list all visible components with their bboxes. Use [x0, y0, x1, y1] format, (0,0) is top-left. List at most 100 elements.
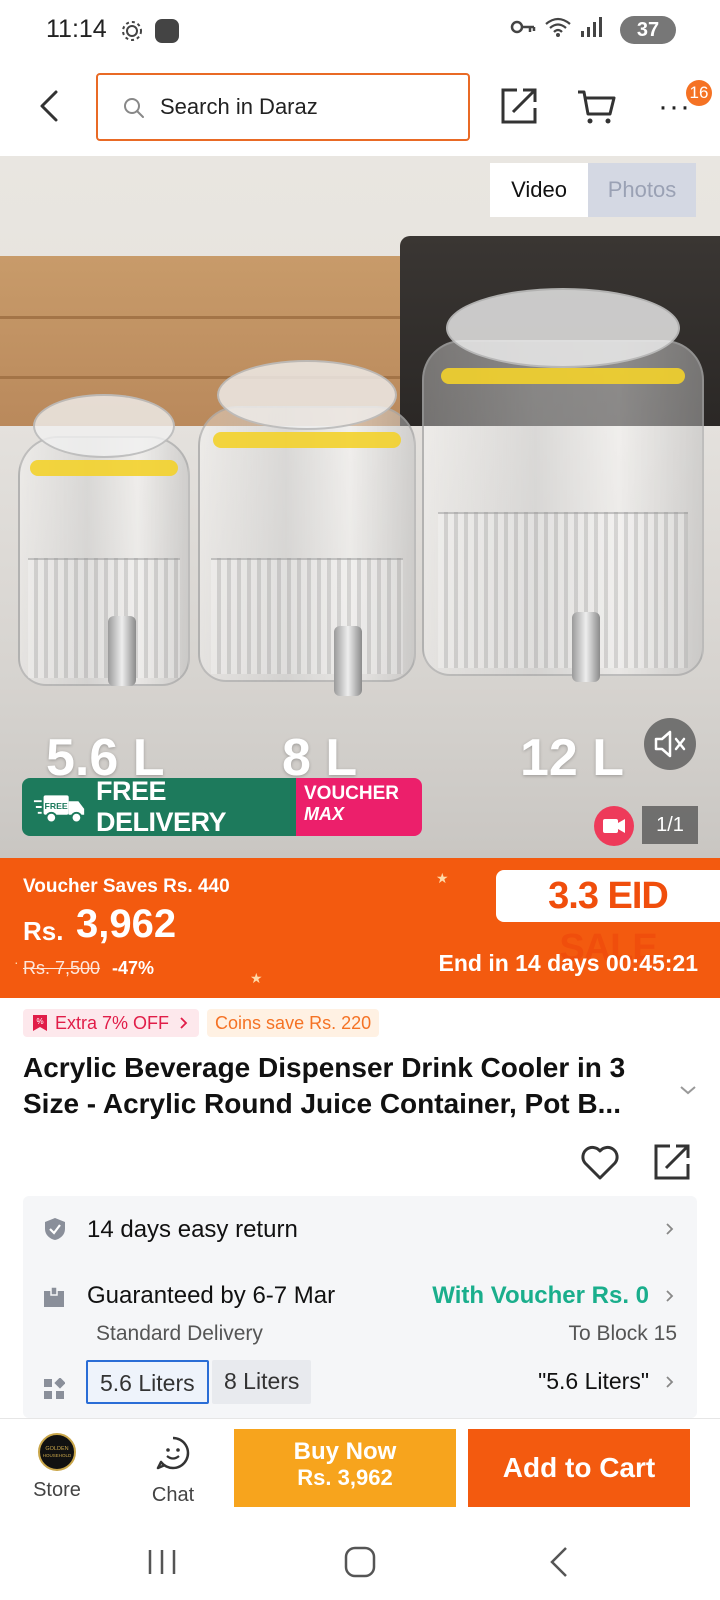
- cart-button[interactable]: [574, 84, 618, 128]
- tab-photos[interactable]: Photos: [588, 163, 696, 217]
- buy-now-button[interactable]: Buy Now Rs. 3,962: [234, 1429, 456, 1507]
- delivery-destination: To Block 15: [568, 1322, 677, 1345]
- share-icon: [654, 1144, 690, 1180]
- jar-medium: [198, 360, 416, 682]
- voucher-saves-text: Voucher Saves Rs. 440: [23, 876, 230, 897]
- chat-icon: [156, 1436, 190, 1470]
- extra-off-label: Extra 7% OFF: [55, 1012, 170, 1033]
- selected-variant-value: "5.6 Liters": [538, 1368, 649, 1394]
- free-delivery-banner: FREE FREE DELIVERY VOUCHER MAX: [22, 778, 422, 836]
- original-price: Rs. 7,500: [23, 958, 101, 978]
- video-camera-icon: [603, 819, 625, 833]
- variant-chip-5-6-liters[interactable]: 5.6 Liters: [86, 1360, 209, 1404]
- tap-large: [572, 612, 600, 682]
- expand-title-button[interactable]: [676, 1078, 700, 1102]
- svg-text:GOLDEN: GOLDEN: [45, 1446, 68, 1452]
- svg-text:%: %: [36, 1017, 43, 1026]
- voucher-max-line1: VOUCHER: [304, 783, 400, 804]
- media-page-counter: 1/1: [642, 806, 698, 844]
- sparkle-icon: ★: [250, 970, 263, 986]
- voucher-max-line2: MAX: [304, 804, 344, 824]
- settings-icon: [122, 21, 142, 41]
- price-banner: Voucher Saves Rs. 440 Rs. 3,962 Rs. 7,50…: [0, 858, 720, 998]
- search-placeholder: Search in Daraz: [160, 94, 318, 119]
- delivery-truck-icon: FREE: [33, 795, 85, 824]
- svg-text:HOUSEHOLD: HOUSEHOLD: [43, 1453, 72, 1458]
- extra-off-chip[interactable]: % Extra 7% OFF: [23, 1009, 200, 1037]
- video-button[interactable]: [594, 806, 634, 846]
- heart-icon: [581, 1145, 619, 1180]
- variant-row[interactable]: 5.6 Liters 8 Liters "5.6 Liters": [23, 1348, 697, 1418]
- nav-back-icon: [550, 1547, 567, 1577]
- signal-icon: [581, 17, 602, 37]
- wifi-icon: [545, 17, 571, 37]
- share-icon: [501, 88, 537, 124]
- status-icons-left: [120, 18, 180, 44]
- coins-save-chip[interactable]: Coins save Rs. 220: [207, 1009, 380, 1037]
- promo-row: % Extra 7% OFF Coins save Rs. 220: [23, 1009, 380, 1037]
- free-delivery-section: FREE FREE DELIVERY: [22, 778, 296, 836]
- search-input[interactable]: Search in Daraz: [96, 73, 470, 141]
- share-product-button[interactable]: [650, 1140, 694, 1184]
- coupon-icon: %: [33, 1015, 47, 1031]
- key-icon: [510, 20, 536, 34]
- store-logo-mark: GOLDENHOUSEHOLD: [43, 1446, 72, 1458]
- cart-icon: [578, 90, 616, 124]
- variant-chip-8-liters[interactable]: 8 Liters: [212, 1360, 312, 1404]
- back-button[interactable]: [30, 84, 70, 128]
- share-button[interactable]: [497, 84, 541, 128]
- voucher-max-badge: VOUCHER MAX: [296, 778, 422, 836]
- voucher-delivery-price: With Voucher Rs. 0: [432, 1282, 649, 1309]
- jar-small: [18, 394, 190, 686]
- media-toggle: Video Photos: [490, 163, 696, 217]
- delivery-guarantee-label: Guaranteed by 6-7 Mar: [87, 1282, 336, 1309]
- status-bar: 11:14 37: [0, 0, 720, 62]
- search-icon: [124, 98, 144, 118]
- buy-now-price: Rs. 3,962: [297, 1465, 393, 1490]
- delivery-type-label: Standard Delivery: [96, 1322, 263, 1345]
- sale-tag: 3.3 EID SALE: [496, 870, 720, 969]
- discount-percent: -47%: [112, 958, 155, 978]
- size-label-large: 12 L: [520, 729, 625, 787]
- status-time: 11:14: [46, 15, 107, 43]
- wishlist-button[interactable]: [578, 1140, 622, 1184]
- bottom-action-bar: GOLDEN HOUSEHOLD Store Chat Buy Now Rs. 3…: [0, 1418, 720, 1524]
- delivery-badge: FREE: [45, 801, 68, 811]
- mute-button[interactable]: [644, 718, 696, 770]
- nav-back-button[interactable]: [538, 1542, 582, 1582]
- buy-now-label: Buy Now: [293, 1438, 397, 1465]
- recent-apps-icon: [148, 1550, 176, 1574]
- recent-apps-button[interactable]: [140, 1542, 184, 1582]
- chevron-right-icon: [666, 1290, 674, 1302]
- top-app-bar: Search in Daraz ··· 16: [0, 62, 720, 154]
- chevron-right-icon: [666, 1376, 674, 1388]
- home-button[interactable]: [338, 1542, 382, 1582]
- service-info-card: 14 days easy return Guaranteed by 6-7 Ma…: [23, 1196, 697, 1418]
- battery-level: 37: [636, 19, 660, 41]
- home-icon: [344, 1546, 376, 1578]
- add-to-cart-button[interactable]: Add to Cart: [468, 1429, 690, 1507]
- record-icon: [155, 19, 179, 43]
- chat-button[interactable]: Chat: [136, 1429, 210, 1509]
- sparkle-icon: ★: [436, 870, 449, 886]
- tab-video[interactable]: Video: [490, 163, 588, 217]
- sparkle-icon: ·: [14, 954, 19, 970]
- price-currency: Rs.: [23, 916, 64, 946]
- shield-check-icon: [45, 1218, 65, 1240]
- store-button[interactable]: GOLDEN HOUSEHOLD Store: [20, 1429, 94, 1509]
- variant-grid-icon: [44, 1378, 65, 1399]
- chat-label: Chat: [151, 1484, 195, 1506]
- return-policy-row[interactable]: 14 days easy return: [23, 1196, 697, 1262]
- chevron-down-icon: [680, 1086, 696, 1095]
- battery-icon: 37: [620, 16, 676, 44]
- volume-mute-icon: [654, 730, 686, 758]
- store-label: Store: [33, 1479, 81, 1501]
- cart-badge: 16: [686, 80, 712, 106]
- product-media-gallery[interactable]: 5.6 L 8 L 12 L Video Photos FREE FREE DE…: [0, 156, 720, 858]
- delivery-row[interactable]: Guaranteed by 6-7 Mar Standard Delivery …: [23, 1262, 697, 1348]
- chevron-right-icon: [666, 1223, 674, 1235]
- status-icons-right: [510, 16, 602, 38]
- product-title: Acrylic Beverage Dispenser Drink Cooler …: [23, 1052, 626, 1119]
- return-policy-label: 14 days easy return: [87, 1216, 298, 1243]
- sale-countdown: End in 14 days 00:45:21: [438, 950, 698, 976]
